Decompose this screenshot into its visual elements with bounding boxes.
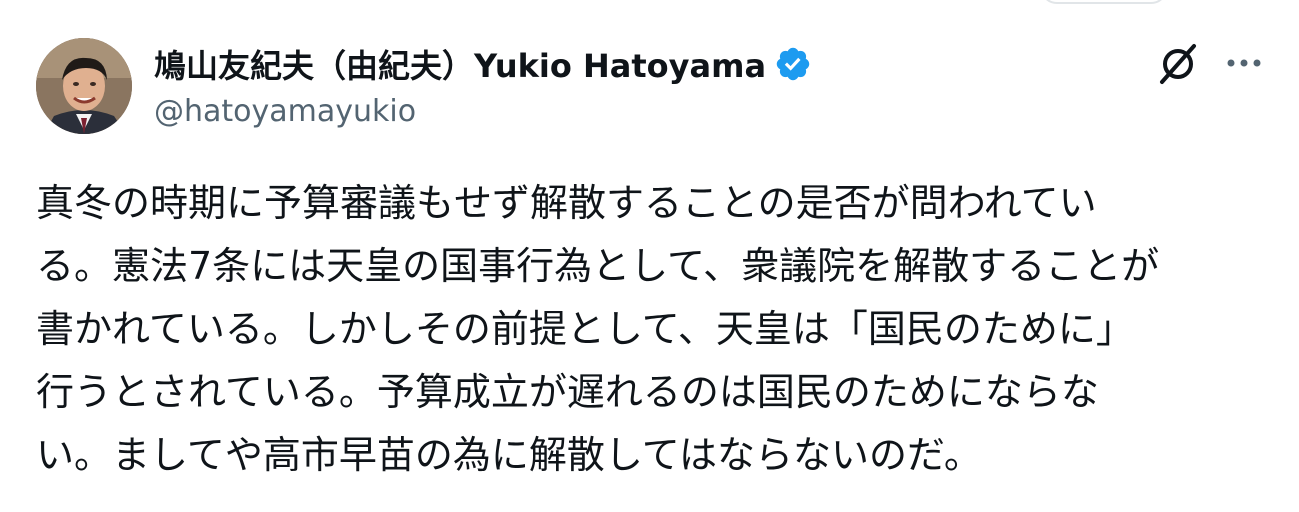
tweet-header: 鳩山友紀夫（由紀夫）Yukio Hatoyama @hatoyamayukio [154, 40, 812, 129]
tweet-line: 書かれている。しかしその前提として、天皇は「国民のために」 [36, 307, 1134, 351]
author-display-name[interactable]: 鳩山友紀夫（由紀夫）Yukio Hatoyama [154, 41, 766, 87]
top-pill-button[interactable] [1040, 0, 1168, 4]
tweet-line: い。ましてや高市早苗の為に解散してはならないのだ。 [36, 433, 982, 477]
tweet-line: る。憲法7条には天皇の国事行為として、衆議院を解散することが [36, 244, 1160, 288]
tweet-text: 真冬の時期に予算審議もせず解散することの是否が問われてい る。憲法7条には天皇の… [36, 172, 1266, 487]
author-handle[interactable]: @hatoyamayukio [154, 94, 812, 129]
verified-badge-icon [774, 45, 812, 83]
avatar[interactable] [36, 38, 132, 134]
avatar-image [36, 38, 132, 134]
more-options-icon[interactable] [1222, 48, 1266, 78]
tweet-line: 真冬の時期に予算審議もせず解散することの是否が問われてい [36, 181, 1097, 225]
tweet-line: 行うとされている。予算成立が遅れるのは国民のためにならな [36, 370, 1099, 414]
name-row: 鳩山友紀夫（由紀夫）Yukio Hatoyama [154, 40, 812, 88]
grok-icon[interactable] [1156, 42, 1200, 86]
